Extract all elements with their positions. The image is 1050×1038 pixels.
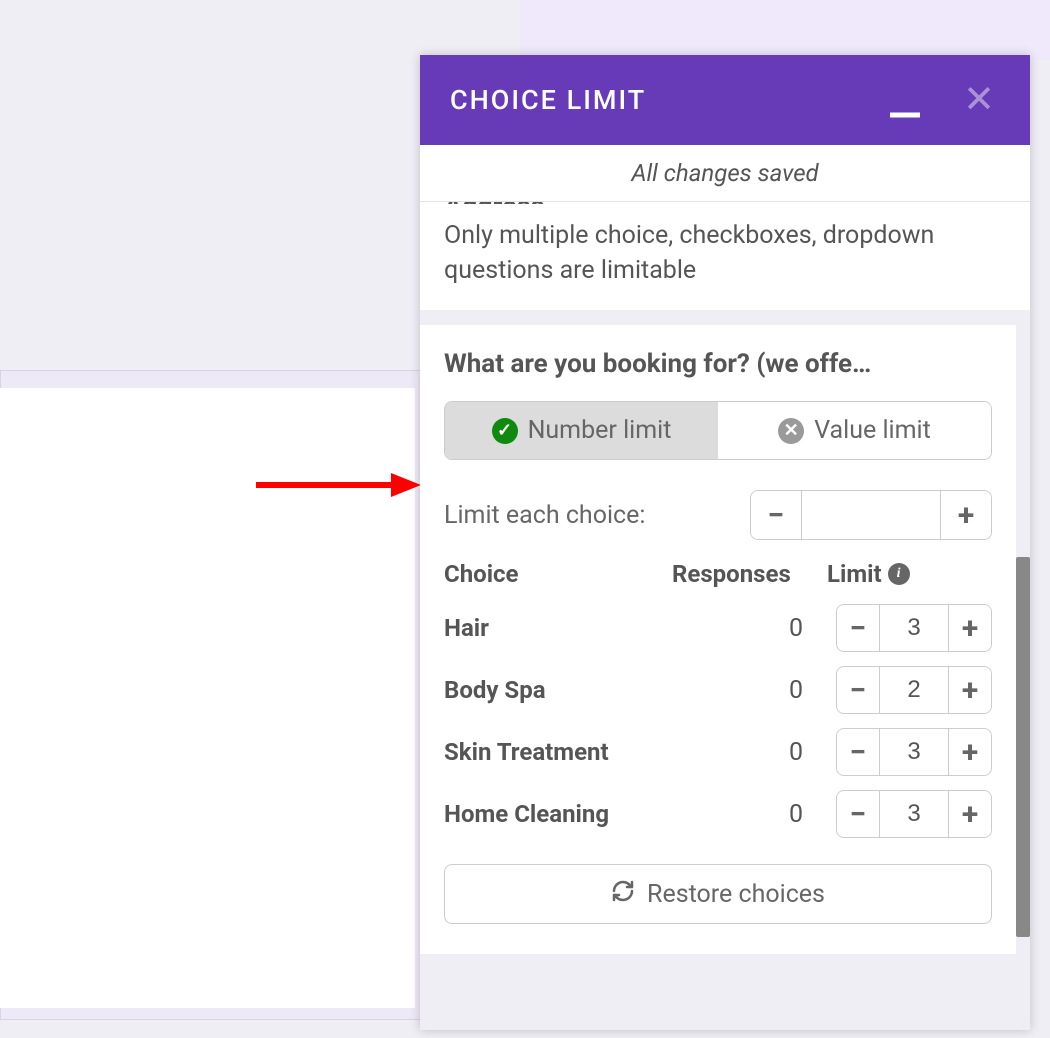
header-responses: Responses	[672, 560, 827, 588]
limit-each-input[interactable]	[801, 491, 941, 539]
panel-header: CHOICE LIMIT ✕	[420, 55, 1030, 145]
value-limit-label: Value limit	[814, 416, 931, 445]
limit-type-segmented: ✓ Number limit ✕ Value limit	[444, 401, 992, 460]
limit-each-decrement[interactable]: −	[751, 491, 801, 539]
refresh-icon	[611, 879, 635, 909]
save-status: All changes saved	[420, 145, 1030, 202]
increment-button[interactable]: +	[949, 729, 991, 775]
table-row: Body Spa 0 − +	[444, 666, 992, 714]
table-row: Home Cleaning 0 − +	[444, 790, 992, 838]
limit-input[interactable]	[879, 605, 949, 651]
choice-name: Body Spa	[444, 676, 737, 704]
decrement-button[interactable]: −	[837, 791, 879, 837]
choice-responses: 0	[737, 614, 827, 643]
background-strip	[520, 0, 1050, 60]
choice-limit-stepper: − +	[836, 790, 992, 838]
choice-responses: 0	[737, 800, 827, 829]
choice-limit-panel: CHOICE LIMIT ✕ All changes saved Address…	[420, 55, 1030, 1030]
limit-each-row: Limit each choice: − +	[444, 490, 992, 540]
header-choice: Choice	[444, 560, 672, 588]
minimize-button[interactable]	[890, 113, 920, 118]
choice-limit-stepper: − +	[836, 728, 992, 776]
limit-input[interactable]	[879, 791, 949, 837]
limit-each-increment[interactable]: +	[941, 491, 991, 539]
info-section: Address Only multiple choice, checkboxes…	[420, 202, 1030, 310]
panel-scroll-area[interactable]: Address Only multiple choice, checkboxes…	[420, 202, 1030, 1030]
choice-limit-stepper: − +	[836, 604, 992, 652]
info-icon[interactable]: i	[888, 563, 910, 585]
help-text: Only multiple choice, checkboxes, dropdo…	[444, 218, 1006, 288]
increment-button[interactable]: +	[949, 667, 991, 713]
choice-responses: 0	[737, 676, 827, 705]
panel-title: CHOICE LIMIT	[450, 84, 646, 116]
number-limit-label: Number limit	[528, 416, 672, 445]
table-header: Choice Responses Limit i	[444, 560, 992, 588]
background-panel-left-inner	[0, 388, 415, 1008]
restore-choices-button[interactable]: Restore choices	[444, 864, 992, 924]
close-button[interactable]: ✕	[963, 81, 995, 119]
choice-responses: 0	[737, 738, 827, 767]
value-limit-tab[interactable]: ✕ Value limit	[718, 402, 991, 459]
question-title: What are you booking for? (we offe…	[444, 349, 992, 379]
decrement-button[interactable]: −	[837, 667, 879, 713]
table-row: Hair 0 − +	[444, 604, 992, 652]
number-limit-tab[interactable]: ✓ Number limit	[445, 402, 718, 459]
question-limit-section: What are you booking for? (we offe… ✓ Nu…	[420, 325, 1016, 954]
choice-name: Skin Treatment	[444, 738, 737, 766]
increment-button[interactable]: +	[949, 791, 991, 837]
decrement-button[interactable]: −	[837, 605, 879, 651]
restore-choices-label: Restore choices	[647, 880, 825, 909]
limit-input[interactable]	[879, 729, 949, 775]
choice-name: Hair	[444, 614, 737, 642]
header-limit-text: Limit	[827, 560, 882, 588]
table-row: Skin Treatment 0 − +	[444, 728, 992, 776]
choice-limit-stepper: − +	[836, 666, 992, 714]
decrement-button[interactable]: −	[837, 729, 879, 775]
x-circle-icon: ✕	[778, 418, 804, 444]
limit-input[interactable]	[879, 667, 949, 713]
previous-question-heading: Address	[444, 202, 1006, 204]
choice-name: Home Cleaning	[444, 800, 737, 828]
limit-each-stepper: − +	[750, 490, 992, 540]
check-circle-icon: ✓	[492, 418, 518, 444]
header-limit: Limit i	[827, 560, 992, 588]
increment-button[interactable]: +	[949, 605, 991, 651]
scrollbar-thumb[interactable]	[1016, 557, 1030, 937]
limit-each-label: Limit each choice:	[444, 501, 645, 530]
